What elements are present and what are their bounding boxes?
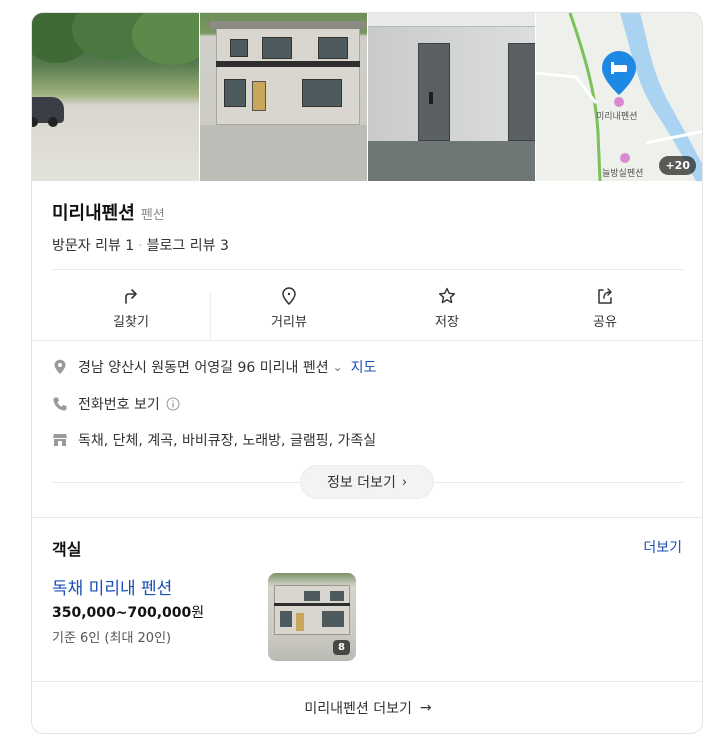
share-button[interactable]: 공유 <box>526 281 684 335</box>
photo-strip: 미리내펜션 늘방실펜션 +20 <box>32 13 702 181</box>
title-row: 미리내펜션 펜션 <box>52 199 165 225</box>
address-row: 경남 양산시 원동면 어영길 96 미리내 펜션 ⌄ 지도 <box>52 357 376 377</box>
place-more-label: 미리내펜션 더보기 <box>304 701 412 717</box>
street-view-icon <box>282 286 296 305</box>
visitor-reviews-link[interactable]: 방문자 리뷰 1 <box>52 238 134 254</box>
map-pin-label: 미리내펜션 <box>596 112 638 122</box>
place-more-button[interactable]: 미리내펜션 더보기 → <box>32 682 702 733</box>
map-pin-icon <box>602 51 636 95</box>
photo-map[interactable]: 미리내펜션 늘방실펜션 +20 <box>536 13 702 181</box>
map-link[interactable]: 지도 <box>351 357 377 377</box>
separator-dot: · <box>138 238 143 254</box>
save-label: 저장 <box>435 314 459 330</box>
street-view-button[interactable]: 거리뷰 <box>210 281 368 335</box>
share-icon <box>598 287 612 304</box>
photo-doors[interactable] <box>368 13 536 181</box>
amenities-row: 독채, 단체, 계곡, 바비큐장, 노래방, 글램핑, 가족실 <box>52 430 376 450</box>
directions-icon <box>125 288 137 304</box>
place-card: 미리내펜션 늘방실펜션 +20 미리내펜션 펜션 방문자 리뷰 1 · 블로그 리뷰… <box>31 12 703 734</box>
phone-view-link[interactable]: 전화번호 보기 <box>78 394 160 414</box>
room-price-value: 350,000~700,000 <box>52 605 192 621</box>
street-view-label: 거리뷰 <box>271 314 307 330</box>
section-divider <box>32 517 702 518</box>
room-price: 350,000~700,000원 <box>52 602 204 622</box>
chevron-down-icon[interactable]: ⌄ <box>333 360 343 374</box>
place-category: 펜션 <box>140 208 165 223</box>
map-poi-pin-icon <box>620 153 630 163</box>
rooms-section-title: 객실 <box>52 540 82 559</box>
review-summary: 방문자 리뷰 1 · 블로그 리뷰 3 <box>52 235 229 255</box>
phone-row: 전화번호 보기 <box>52 394 180 414</box>
directions-button[interactable]: 길찾기 <box>52 281 210 335</box>
star-icon <box>438 287 456 303</box>
amenities-text: 독채, 단체, 계곡, 바비큐장, 노래방, 글램핑, 가족실 <box>78 433 377 449</box>
photo-parking-lot[interactable] <box>32 13 200 181</box>
room-price-unit: 원 <box>191 605 205 621</box>
photo-building[interactable] <box>200 13 368 181</box>
more-photos-badge[interactable]: +20 <box>659 156 696 175</box>
phone-icon <box>53 397 67 411</box>
more-info-button[interactable]: 정보 더보기 › <box>300 465 434 499</box>
blog-reviews-link[interactable]: 블로그 리뷰 3 <box>147 238 229 254</box>
map-poi-pin-icon <box>614 97 624 107</box>
action-bar: 길찾기 거리뷰 저장 공유 <box>52 281 684 335</box>
divider <box>32 340 702 341</box>
place-name: 미리내펜션 <box>52 203 135 224</box>
car <box>32 97 64 127</box>
save-button[interactable]: 저장 <box>368 281 526 335</box>
room-photo[interactable]: 8 <box>268 573 356 661</box>
room-name-link[interactable]: 독채 미리내 펜션 <box>52 574 172 599</box>
rooms-more-link[interactable]: 더보기 <box>643 537 682 557</box>
more-info-label: 정보 더보기 <box>326 475 396 491</box>
info-icon[interactable] <box>166 397 180 411</box>
map-nearby-label: 늘방실펜션 <box>602 169 644 179</box>
address-text: 경남 양산시 원동면 어영길 96 미리내 펜션 <box>78 360 329 376</box>
divider <box>52 269 684 270</box>
room-capacity: 기준 6인 (최대 20인) <box>52 631 172 646</box>
chevron-right-icon: › <box>401 474 408 490</box>
directions-label: 길찾기 <box>113 314 149 330</box>
share-label: 공유 <box>593 314 617 330</box>
room-photo-count: 8 <box>333 640 350 655</box>
location-pin-icon <box>54 359 66 374</box>
arrow-right-icon: → <box>419 700 432 716</box>
action-divider <box>210 293 211 339</box>
store-icon <box>53 434 67 446</box>
